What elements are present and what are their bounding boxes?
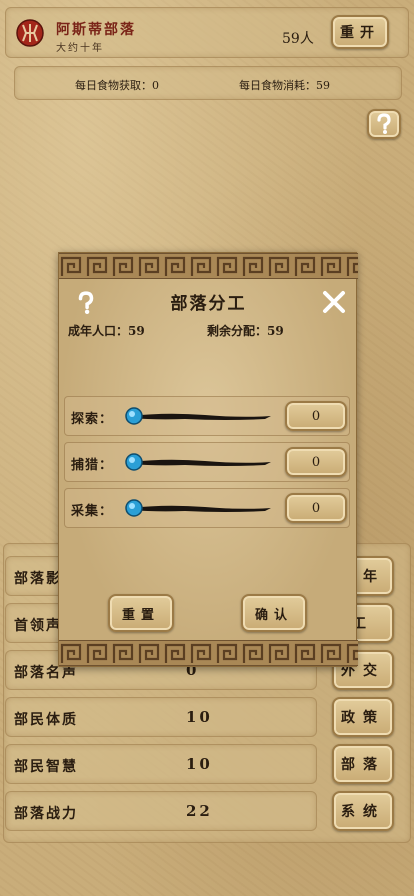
system-button[interactable]: 系统 [332,791,394,831]
stat-label: 部落战力 [14,806,78,822]
decorative-band [59,253,358,280]
division-of-labor-dialog: 部落分工 成年人口：59 剩余分配：59 探索： 0 捕猎： 0 采集： 0 重… [58,252,358,667]
stat-label: 部民体质 [14,712,78,728]
reset-button[interactable]: 重置 [108,594,174,632]
food-bar: 每日食物获取：0 每日食物消耗：59 [14,66,402,100]
gather-value[interactable]: 0 [285,493,347,523]
hunt-value[interactable]: 0 [285,447,347,477]
horde-emblem-icon [16,19,44,47]
decorative-band [59,640,358,667]
job-row-explore: 探索： 0 [64,396,350,436]
tribe-age: 大约十年 [56,43,104,54]
policy-button[interactable]: 政策 [332,697,394,737]
stat-label: 部落影 [14,571,62,587]
tribe-name: 阿斯蒂部落 [56,22,136,38]
job-label: 探索： [71,412,114,427]
stat-label: 首领声 [14,618,62,634]
stat-row-physique: 部民体质 10 [5,697,317,737]
remaining-allocation: 剩余分配：59 [207,324,284,338]
stat-row-combat-power: 部落战力 22 [5,791,317,831]
question-mark-icon [377,113,391,134]
explore-value[interactable]: 0 [285,401,347,431]
stat-value: 22 [186,802,213,820]
help-button[interactable] [367,109,401,139]
adult-population: 成年人口：59 [68,324,145,338]
job-label: 捕猎： [71,458,114,473]
hunt-slider[interactable] [125,449,275,475]
restart-button[interactable]: 重开 [331,15,389,49]
stat-label: 部民智慧 [14,759,78,775]
population-count: 59人 [282,31,314,47]
close-x-icon[interactable] [321,289,347,315]
job-row-gather: 采集： 0 [64,488,350,528]
tribe-button[interactable]: 部落 [332,744,394,784]
confirm-button[interactable]: 确认 [241,594,307,632]
job-label: 采集： [71,504,114,519]
gather-slider[interactable] [125,495,275,521]
stat-row-wisdom: 部民智慧 10 [5,744,317,784]
stat-value: 10 [186,708,213,726]
job-row-hunt: 捕猎： 0 [64,442,350,482]
dialog-title: 部落分工 [170,294,247,314]
stat-value: 10 [186,755,213,773]
daily-food-gain: 每日食物获取：0 [75,79,159,92]
explore-slider[interactable] [125,403,275,429]
daily-food-cost: 每日食物消耗：59 [239,79,330,92]
